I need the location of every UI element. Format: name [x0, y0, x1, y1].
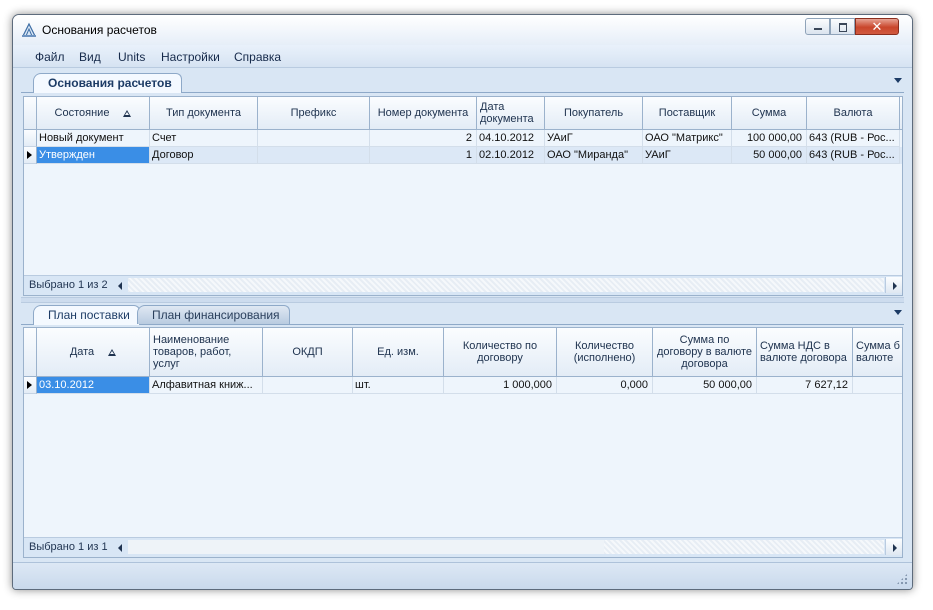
bottom-tabs-dropdown-icon[interactable] — [894, 310, 902, 315]
col-supplier[interactable]: Поставщик — [643, 97, 732, 129]
app-icon — [22, 22, 36, 37]
col-doc-date[interactable]: Дата документа — [477, 97, 545, 129]
scroll-left-icon[interactable] — [118, 544, 122, 552]
bottom-tab-strip: План поставки План финансирования — [21, 303, 904, 325]
cell-buyer[interactable]: ОАО "Миранда" — [545, 147, 643, 164]
cell-currency[interactable]: 643 (RUB - Рос... — [807, 147, 900, 164]
row-indicator[interactable] — [24, 147, 37, 164]
menu-view[interactable]: Вид — [79, 50, 101, 64]
horizontal-scroll-thumb[interactable] — [128, 540, 604, 554]
cell-prefix[interactable] — [258, 147, 370, 164]
col-doc-type[interactable]: Тип документа — [150, 97, 258, 129]
scroll-right-icon — [893, 544, 897, 552]
current-row-arrow-icon — [27, 381, 32, 389]
col-date[interactable]: Дата — [37, 328, 150, 376]
close-button[interactable]: ✕ — [855, 18, 899, 35]
col-currency[interactable]: Валюта — [807, 97, 900, 129]
title-bar[interactable]: Основания расчетов ✕ — [13, 15, 912, 45]
tab-financing-plan[interactable]: План финансирования — [137, 305, 290, 324]
cell-sum-no-vat[interactable] — [853, 377, 902, 394]
col-buyer[interactable]: Покупатель — [545, 97, 643, 129]
sort-asc-icon — [108, 348, 117, 356]
scroll-right-button[interactable] — [885, 277, 902, 293]
table-row[interactable]: Утвержден Договор 1 02.10.2012 ОАО "Мира… — [24, 147, 902, 164]
cell-buyer[interactable]: УАиГ — [545, 130, 643, 147]
col-doc-number[interactable]: Номер документа — [370, 97, 477, 129]
col-okdp[interactable]: ОКДП — [263, 328, 353, 376]
scroll-right-icon — [893, 282, 897, 290]
cell-currency[interactable]: 643 (RUB - Рос... — [807, 130, 900, 147]
row-indicator[interactable] — [24, 377, 37, 394]
menu-help[interactable]: Справка — [234, 50, 281, 64]
close-icon: ✕ — [871, 19, 883, 34]
cell-qty-done[interactable]: 0,000 — [557, 377, 653, 394]
cell-unit[interactable]: шт. — [353, 377, 444, 394]
current-row-arrow-icon — [27, 151, 32, 159]
cell-prefix[interactable] — [258, 130, 370, 147]
top-tabs-dropdown-icon[interactable] — [894, 78, 902, 83]
selection-count: Выбрано 1 из 1 — [29, 541, 108, 553]
cell-vat-contract[interactable]: 7 627,12 — [757, 377, 853, 394]
selection-count: Выбрано 1 из 2 — [29, 279, 108, 291]
scroll-left-icon[interactable] — [118, 282, 122, 290]
cell-state[interactable]: Утвержден — [37, 147, 150, 164]
main-window: Основания расчетов ✕ Файл Вид Units Наст… — [12, 14, 913, 590]
cell-doc-date[interactable]: 04.10.2012 — [477, 130, 545, 147]
window-title: Основания расчетов — [42, 23, 157, 37]
cell-date[interactable]: 03.10.2012 — [37, 377, 150, 394]
col-sum-no-vat[interactable]: Сумма б валюте — [853, 328, 902, 376]
cell-qty-contract[interactable]: 1 000,000 — [444, 377, 557, 394]
col-amount[interactable]: Сумма — [732, 97, 807, 129]
row-indicator[interactable] — [24, 130, 37, 147]
col-qty-done[interactable]: Количество (исполнено) — [557, 328, 653, 376]
cell-doc-number[interactable]: 2 — [370, 130, 477, 147]
col-unit[interactable]: Ед. изм. — [353, 328, 444, 376]
cell-doc-number[interactable]: 1 — [370, 147, 477, 164]
minimize-button[interactable] — [805, 18, 830, 35]
col-vat-contract[interactable]: Сумма НДС в валюте договора — [757, 328, 853, 376]
menu-bar: Файл Вид Units Настройки Справка — [13, 45, 912, 68]
table-row[interactable]: 03.10.2012 Алфавитная книж... шт. 1 000,… — [24, 377, 902, 394]
cell-supplier[interactable]: УАиГ — [643, 147, 732, 164]
delivery-plan-grid: Дата Наименование товаров, работ, услуг … — [23, 327, 903, 558]
top-tab-strip: Основания расчетов — [21, 71, 904, 93]
col-qty-contract[interactable]: Количество по договору — [444, 328, 557, 376]
menu-units[interactable]: Units — [118, 50, 145, 64]
menu-settings[interactable]: Настройки — [161, 50, 220, 64]
cell-doc-type[interactable]: Договор — [150, 147, 258, 164]
bottom-header-indicator — [24, 328, 37, 376]
cell-supplier[interactable]: ОАО "Матрикс" — [643, 130, 732, 147]
bottom-grid-header: Дата Наименование товаров, работ, услуг … — [24, 328, 902, 377]
cell-doc-type[interactable]: Счет — [150, 130, 258, 147]
sort-asc-icon — [123, 109, 132, 117]
horizontal-scrollbar[interactable] — [128, 278, 884, 292]
bottom-grid-footer: Выбрано 1 из 1 — [24, 537, 902, 557]
tab-delivery-plan[interactable]: План поставки — [33, 305, 140, 325]
cell-state[interactable]: Новый документ — [37, 130, 150, 147]
settlement-bases-grid: Состояние Тип документа Префикс Номер до… — [23, 96, 903, 296]
col-prefix[interactable]: Префикс — [258, 97, 370, 129]
top-grid-header: Состояние Тип документа Префикс Номер до… — [24, 97, 902, 130]
tab-settlement-bases[interactable]: Основания расчетов — [33, 73, 182, 93]
col-sum-contract[interactable]: Сумма по договору в валюте договора — [653, 328, 757, 376]
scroll-right-button[interactable] — [885, 539, 902, 555]
cell-goods-name[interactable]: Алфавитная книж... — [150, 377, 263, 394]
cell-okdp[interactable] — [263, 377, 353, 394]
menu-file[interactable]: Файл — [35, 50, 65, 64]
resize-grip-icon[interactable] — [896, 573, 908, 585]
table-row[interactable]: Новый документ Счет 2 04.10.2012 УАиГ ОА… — [24, 130, 902, 147]
top-grid-footer: Выбрано 1 из 2 — [24, 275, 902, 295]
status-bar — [13, 562, 912, 589]
cell-amount[interactable]: 50 000,00 — [732, 147, 807, 164]
col-state[interactable]: Состояние — [37, 97, 150, 129]
cell-sum-contract[interactable]: 50 000,00 — [653, 377, 757, 394]
cell-amount[interactable]: 100 000,00 — [732, 130, 807, 147]
maximize-button[interactable] — [830, 18, 855, 35]
horizontal-scrollbar[interactable] — [604, 540, 884, 554]
top-header-indicator — [24, 97, 37, 129]
cell-doc-date[interactable]: 02.10.2012 — [477, 147, 545, 164]
col-goods-name[interactable]: Наименование товаров, работ, услуг — [150, 328, 263, 376]
